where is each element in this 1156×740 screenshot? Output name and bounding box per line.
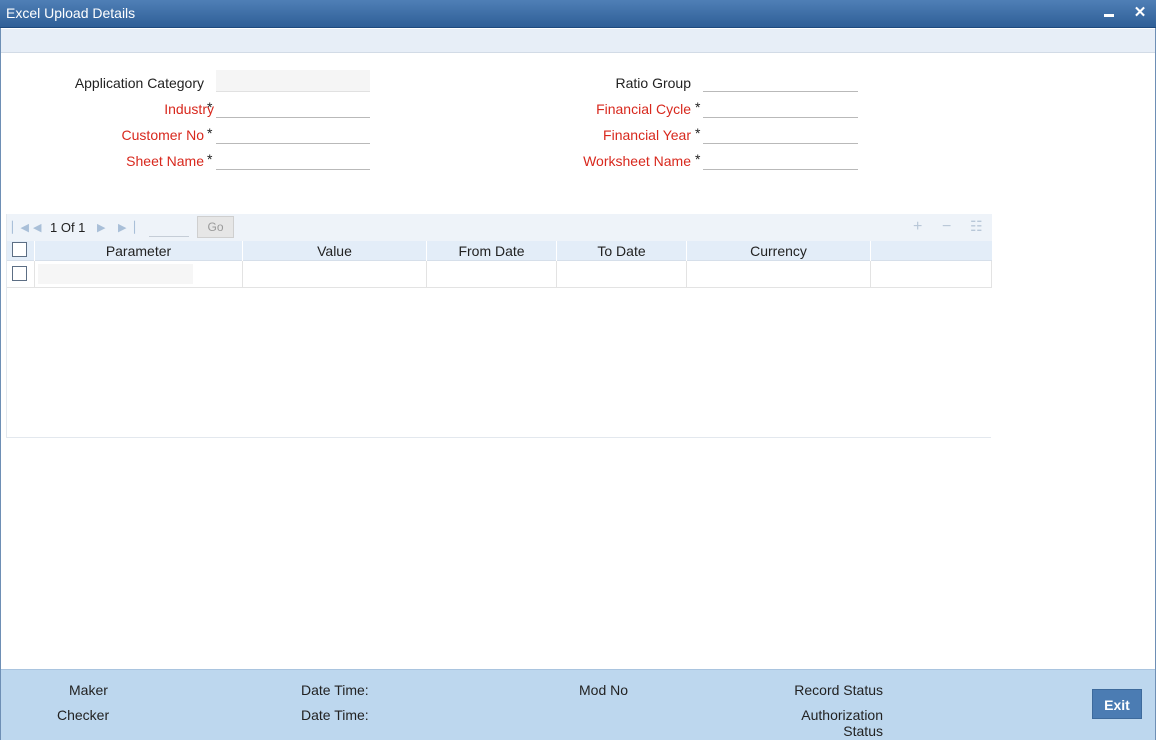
first-page-icon[interactable]: ▏◀: [12, 221, 29, 234]
checker-date-time-label: Date Time:: [301, 707, 369, 723]
delete-row-icon[interactable]: −: [942, 218, 951, 236]
exit-button[interactable]: Exit: [1092, 689, 1142, 719]
cell-value[interactable]: [243, 261, 427, 288]
go-button[interactable]: Go: [197, 216, 234, 238]
customer-no-required-marker: *: [207, 125, 213, 141]
minimize-icon[interactable]: [1100, 4, 1118, 22]
cell-from-date[interactable]: [427, 261, 557, 288]
worksheet-name-required-marker: *: [695, 151, 701, 167]
toolbar-band: [1, 29, 1155, 53]
sheet-name-label: Sheet Name: [126, 153, 204, 169]
maker-date-time-label: Date Time:: [301, 682, 369, 698]
financial-year-label: Financial Year: [603, 127, 691, 143]
cell-parameter: [35, 261, 243, 288]
worksheet-name-label: Worksheet Name: [583, 153, 691, 169]
checker-label: Checker: [57, 707, 110, 723]
prev-page-icon[interactable]: ◀: [33, 221, 41, 234]
table-row: [7, 261, 992, 288]
ratio-group-label: Ratio Group: [615, 75, 691, 91]
window-title: Excel Upload Details: [6, 5, 136, 21]
grid-toolbar: ▏◀ ◀ 1 Of 1 ▶ ▶▕ Go + − ☷: [7, 214, 992, 241]
application-category-label: Application Category: [74, 75, 204, 91]
industry-required-marker: *: [207, 99, 213, 115]
close-icon[interactable]: ✕: [1131, 4, 1149, 22]
financial-cycle-label: Financial Cycle: [596, 101, 691, 117]
last-page-icon[interactable]: ▶▕: [118, 221, 135, 234]
parameter-input[interactable]: [38, 264, 193, 284]
row-select-cell: [7, 261, 35, 288]
pagination-text: 1 Of 1: [50, 220, 86, 235]
mod-no-label: Mod No: [579, 682, 629, 698]
authorization-status-label-line1: Authorization: [801, 707, 883, 723]
customer-no-input[interactable]: [216, 122, 370, 144]
column-header-currency[interactable]: Currency: [687, 241, 871, 261]
row-checkbox[interactable]: [12, 266, 27, 281]
column-header-value[interactable]: Value: [243, 241, 427, 261]
page-number-input[interactable]: [149, 217, 189, 237]
financial-year-required-marker: *: [695, 125, 701, 141]
industry-input[interactable]: [216, 96, 370, 118]
column-header-from-date[interactable]: From Date: [427, 241, 557, 261]
window-title-bar: Excel Upload Details ✕: [0, 0, 1156, 28]
cell-extra: [871, 261, 992, 288]
next-page-icon[interactable]: ▶: [97, 221, 105, 234]
grid-header: Parameter Value From Date To Date Curren…: [7, 241, 992, 261]
select-all-checkbox[interactable]: [12, 242, 27, 257]
audit-footer: Maker Checker Date Time: Date Time: Mod …: [1, 669, 1155, 740]
view-details-icon[interactable]: ☷: [970, 218, 983, 235]
application-category-input[interactable]: [216, 70, 370, 92]
authorization-status-label-line2: Status: [843, 723, 883, 739]
financial-cycle-input[interactable]: [703, 96, 858, 118]
cell-to-date[interactable]: [557, 261, 687, 288]
sheet-name-required-marker: *: [207, 151, 213, 167]
column-header-parameter[interactable]: Parameter: [35, 241, 243, 261]
cell-currency[interactable]: [687, 261, 871, 288]
add-row-icon[interactable]: +: [913, 218, 922, 236]
column-header-to-date[interactable]: To Date: [557, 241, 687, 261]
select-all-cell: [7, 241, 35, 261]
financial-year-input[interactable]: [703, 122, 858, 144]
parameters-grid: ▏◀ ◀ 1 Of 1 ▶ ▶▕ Go + − ☷ Parameter Valu…: [6, 214, 992, 438]
customer-no-label: Customer No: [121, 127, 204, 143]
sheet-name-input[interactable]: [216, 148, 370, 170]
financial-cycle-required-marker: *: [695, 99, 701, 115]
record-status-label: Record Status: [794, 682, 883, 698]
maker-label: Maker: [69, 682, 108, 698]
column-header-extra: [871, 241, 992, 261]
worksheet-name-input[interactable]: [703, 148, 858, 170]
ratio-group-input[interactable]: [703, 70, 858, 92]
